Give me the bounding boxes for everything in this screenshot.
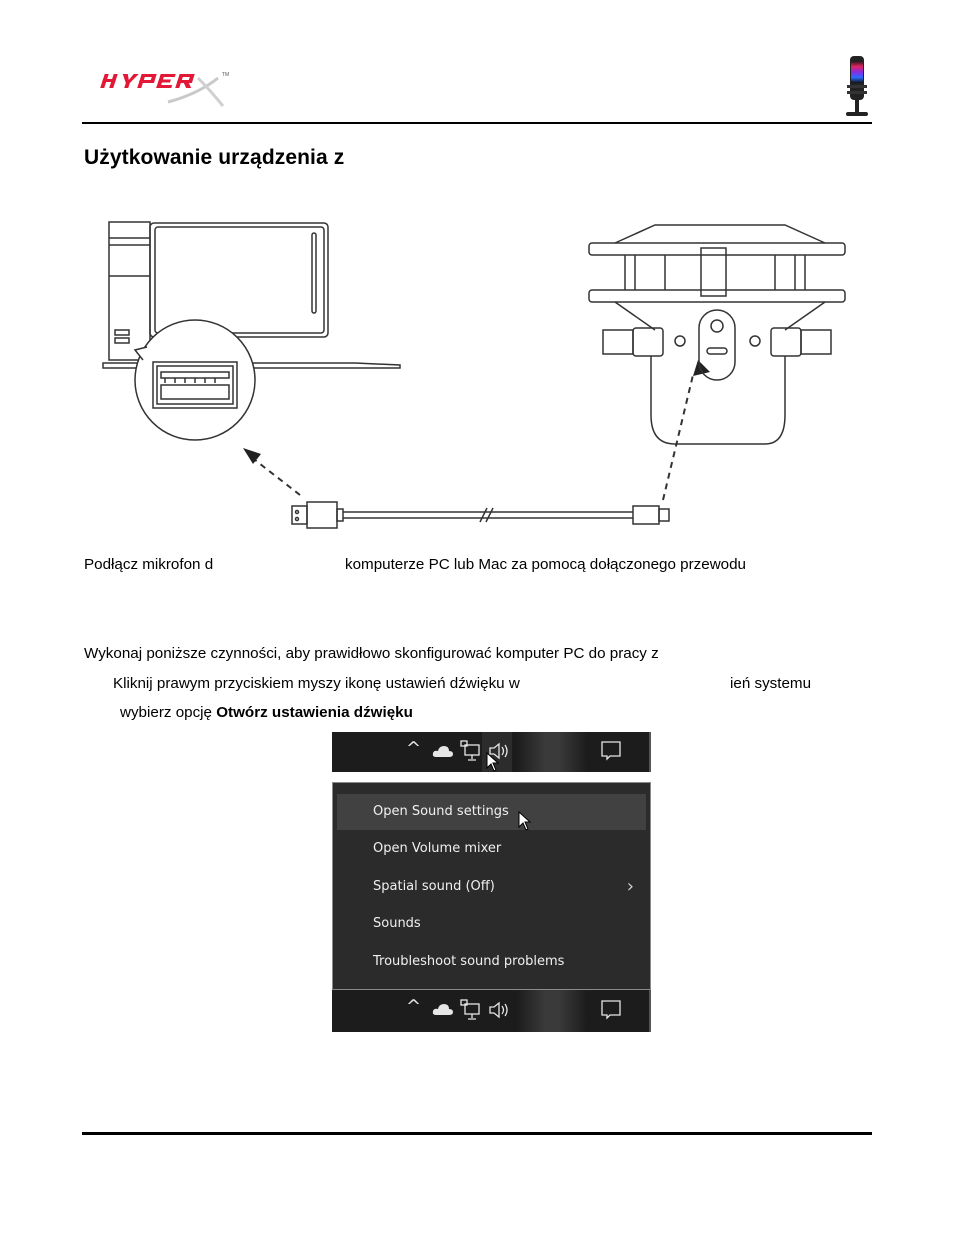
menu-item-spatial-sound[interactable]: Spatial sound (Off) ›	[337, 869, 646, 905]
step1-text-part1: Kliknij prawym przyciskiem myszy ikonę u…	[113, 675, 520, 692]
arrow-to-computer	[254, 459, 301, 496]
connect-text-part1: Podłącz mikrofon d	[84, 556, 214, 573]
menu-item-open-sound-settings[interactable]: Open Sound settings	[337, 794, 646, 831]
menu-item-label: Sounds	[373, 916, 421, 931]
microphone-icon	[846, 56, 868, 116]
network-icon[interactable]	[460, 740, 482, 762]
usb-cable-icon	[291, 501, 670, 529]
menu-item-label: Spatial sound (Off)	[373, 879, 495, 894]
menu-item-troubleshoot[interactable]: Troubleshoot sound problems	[337, 944, 646, 980]
mouse-cursor-icon	[486, 752, 500, 772]
step1-option-name: Otwórz ustawienia dźwięku	[216, 704, 413, 721]
microphone-product-image	[842, 55, 872, 119]
chevron-right-icon: ›	[626, 876, 634, 897]
blurred-clock	[517, 732, 587, 772]
taskbar-top: ^	[332, 732, 651, 772]
menu-item-label: Open Sound settings	[373, 804, 509, 819]
network-icon[interactable]	[460, 999, 482, 1021]
hyperx-logo: TM	[98, 64, 233, 114]
menu-item-label: Open Volume mixer	[373, 841, 502, 856]
step1-line2: wybierz opcję Otwórz ustawienia dźwięku	[120, 704, 413, 721]
cloud-icon[interactable]	[432, 744, 454, 758]
connection-diagram	[95, 210, 865, 535]
speaker-icon[interactable]	[488, 1000, 510, 1020]
configure-intro-text: Wykonaj poniższe czynności, aby prawidło…	[84, 645, 659, 662]
sound-context-menu: Open Sound settings Open Volume mixer Sp…	[332, 782, 651, 990]
microphone-diagram-icon	[588, 224, 846, 445]
menu-item-open-volume-mixer[interactable]: Open Volume mixer	[337, 831, 646, 867]
chevron-up-icon[interactable]: ^	[406, 996, 421, 1017]
connect-text-part2: komputerze PC lub Mac za pomocą dołączon…	[345, 556, 747, 573]
step1-line2-prefix: wybierz opcję	[120, 704, 217, 721]
mouse-cursor-icon	[518, 811, 532, 831]
blurred-clock	[517, 990, 587, 1032]
usb-a-port-icon	[133, 319, 256, 441]
chevron-up-icon[interactable]: ^	[406, 738, 421, 759]
arrow-to-microphone	[662, 374, 694, 501]
notification-icon[interactable]	[600, 999, 622, 1021]
svg-text:TM: TM	[222, 72, 229, 78]
header-divider	[82, 122, 872, 124]
notification-icon[interactable]	[600, 740, 622, 762]
page-title: Użytkowanie urządzenia z	[84, 146, 345, 169]
menu-item-label: Troubleshoot sound problems	[373, 954, 565, 969]
hyperx-logo-icon: TM	[100, 72, 229, 107]
footer-divider	[82, 1132, 872, 1135]
menu-item-sounds[interactable]: Sounds	[337, 906, 646, 942]
cloud-icon[interactable]	[432, 1002, 454, 1016]
taskbar-bottom: ^	[332, 990, 651, 1032]
step1-text-part2: ień systemu	[730, 675, 812, 692]
